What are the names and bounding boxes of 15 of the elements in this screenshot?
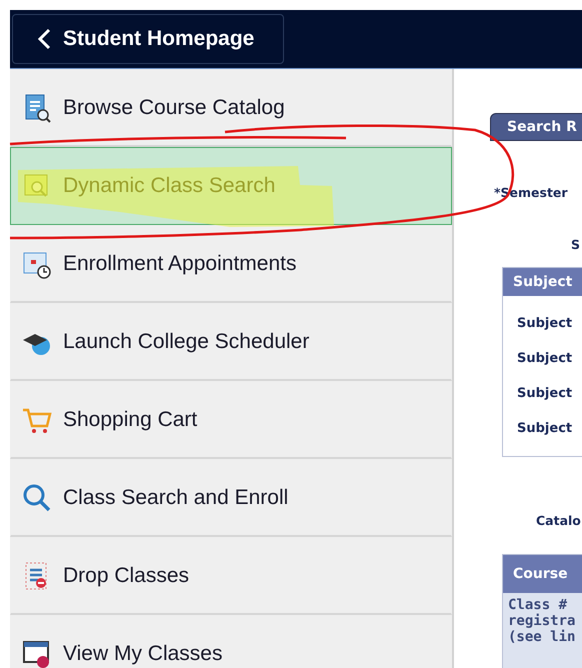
subject-label: Subject bbox=[517, 386, 574, 401]
back-chevron-icon bbox=[37, 28, 51, 50]
panel-header: Course bbox=[503, 555, 582, 593]
field-label: S bbox=[571, 237, 580, 252]
course-note-text: registra bbox=[508, 613, 576, 629]
search-tab[interactable]: Search R bbox=[490, 113, 582, 141]
subject-label: Subject bbox=[517, 316, 574, 331]
course-note-text: (see lin bbox=[508, 629, 576, 645]
subject-label: Subject bbox=[517, 421, 574, 436]
panel-header: Subject bbox=[503, 268, 582, 296]
catalog-label: Catalo bbox=[536, 513, 581, 528]
search-icon bbox=[21, 482, 53, 514]
subject-label: Subject bbox=[517, 351, 574, 366]
back-button[interactable]: Student Homepage bbox=[12, 14, 284, 64]
course-note-text: Class # bbox=[508, 597, 568, 613]
